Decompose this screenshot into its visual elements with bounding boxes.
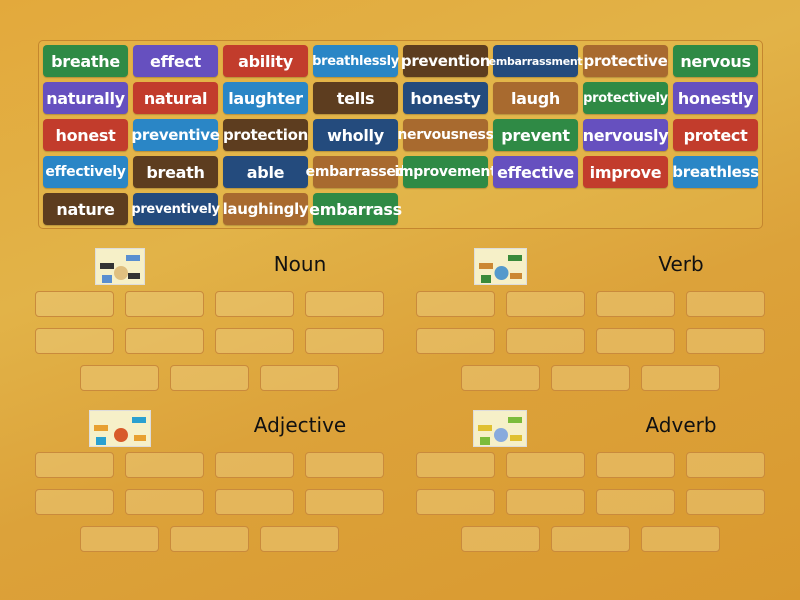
group-title: Verb: [658, 252, 704, 276]
word-tile-ability[interactable]: ability: [223, 45, 308, 77]
drop-slot[interactable]: [125, 452, 204, 478]
drop-slot[interactable]: [596, 291, 675, 317]
drop-slot[interactable]: [416, 291, 495, 317]
drop-slot[interactable]: [596, 489, 675, 515]
drop-slot[interactable]: [686, 452, 765, 478]
word-tile-natural[interactable]: natural: [133, 82, 218, 114]
drop-slot[interactable]: [35, 452, 114, 478]
drop-slot[interactable]: [416, 452, 495, 478]
drop-slot[interactable]: [305, 489, 384, 515]
word-tile-breathlessly[interactable]: breathlessly: [312, 45, 399, 77]
group-title: Adjective: [253, 413, 347, 437]
word-tile-breathe[interactable]: breathe: [43, 45, 128, 77]
word-tile-nervous[interactable]: nervous: [673, 45, 758, 77]
drop-slot[interactable]: [506, 452, 585, 478]
word-tile-prevention[interactable]: prevention: [401, 45, 490, 77]
word-tile-improve[interactable]: improve: [583, 156, 668, 188]
drop-slot[interactable]: [461, 526, 540, 552]
drop-slot[interactable]: [170, 365, 249, 391]
word-tile-naturally[interactable]: naturally: [43, 82, 128, 114]
drop-slot[interactable]: [125, 291, 204, 317]
drop-slot[interactable]: [686, 328, 765, 354]
word-tile-embarrass[interactable]: embarrass: [309, 193, 402, 225]
drop-slot[interactable]: [305, 291, 384, 317]
word-tile-embarrassment[interactable]: embarrassment: [489, 45, 583, 77]
drop-slot[interactable]: [215, 328, 294, 354]
drop-slot[interactable]: [506, 328, 585, 354]
word-tile-laugh[interactable]: laugh: [493, 82, 578, 114]
word-tile-wholly[interactable]: wholly: [313, 119, 398, 151]
group-image: [473, 410, 527, 447]
drop-slot[interactable]: [686, 489, 765, 515]
drop-slot[interactable]: [641, 365, 720, 391]
word-tile-protective[interactable]: protective: [583, 45, 668, 77]
drop-slot[interactable]: [215, 489, 294, 515]
word-tile-preventively[interactable]: preventively: [131, 193, 220, 225]
word-tile-breathless[interactable]: breathless: [672, 156, 759, 188]
drop-slot[interactable]: [35, 291, 114, 317]
drop-slot[interactable]: [416, 328, 495, 354]
word-tile-effective[interactable]: effective: [493, 156, 578, 188]
drop-slot[interactable]: [686, 291, 765, 317]
drop-slot[interactable]: [35, 328, 114, 354]
drop-slot[interactable]: [80, 365, 159, 391]
group-image: [95, 248, 145, 285]
drop-slot[interactable]: [215, 452, 294, 478]
drop-slot[interactable]: [260, 526, 339, 552]
word-tile-prevent[interactable]: prevent: [493, 119, 578, 151]
drop-slot[interactable]: [305, 328, 384, 354]
drop-slot[interactable]: [551, 365, 630, 391]
word-tile-protection[interactable]: protection: [223, 119, 308, 151]
word-tile-nervously[interactable]: nervously: [583, 119, 669, 151]
word-tile-effectively[interactable]: effectively: [43, 156, 128, 188]
drop-slot[interactable]: [170, 526, 249, 552]
word-tile-honesty[interactable]: honesty: [403, 82, 488, 114]
drop-slot[interactable]: [641, 526, 720, 552]
group-title: Adverb: [645, 413, 717, 437]
word-tile-honest[interactable]: honest: [43, 119, 128, 151]
drop-slot[interactable]: [35, 489, 114, 515]
drop-slot[interactable]: [125, 328, 204, 354]
drop-slot[interactable]: [215, 291, 294, 317]
word-tile-effect[interactable]: effect: [133, 45, 218, 77]
group-image: [474, 248, 527, 285]
drop-slot[interactable]: [260, 365, 339, 391]
word-tile-laughingly[interactable]: laughingly: [223, 193, 309, 225]
drop-slot[interactable]: [596, 328, 675, 354]
drop-slot[interactable]: [551, 526, 630, 552]
drop-slot[interactable]: [80, 526, 159, 552]
drop-slot[interactable]: [461, 365, 540, 391]
drop-slot[interactable]: [506, 291, 585, 317]
drop-slot[interactable]: [125, 489, 204, 515]
group-title: Noun: [273, 252, 327, 276]
drop-slot[interactable]: [305, 452, 384, 478]
drop-slot[interactable]: [416, 489, 495, 515]
word-tile-nervousness[interactable]: nervousness: [397, 119, 494, 151]
word-tile-embarrassed[interactable]: embarrassed: [306, 156, 406, 188]
word-tile-protectively[interactable]: protectively: [583, 82, 668, 114]
word-tile-breath[interactable]: breath: [133, 156, 218, 188]
group-image: [89, 410, 151, 447]
word-tile-improvement[interactable]: improvement: [395, 156, 497, 188]
word-tile-tells[interactable]: tells: [313, 82, 398, 114]
word-tile-nature[interactable]: nature: [43, 193, 128, 225]
word-tile-protect[interactable]: protect: [673, 119, 758, 151]
word-tile-preventive[interactable]: preventive: [131, 119, 220, 151]
word-tile-able[interactable]: able: [223, 156, 308, 188]
word-tile-laughter[interactable]: laughter: [223, 82, 308, 114]
word-tile-honestly[interactable]: honestly: [673, 82, 758, 114]
drop-slot[interactable]: [596, 452, 675, 478]
drop-slot[interactable]: [506, 489, 585, 515]
word-bank: breathe effect ability breathlessly preventi…: [38, 40, 763, 229]
